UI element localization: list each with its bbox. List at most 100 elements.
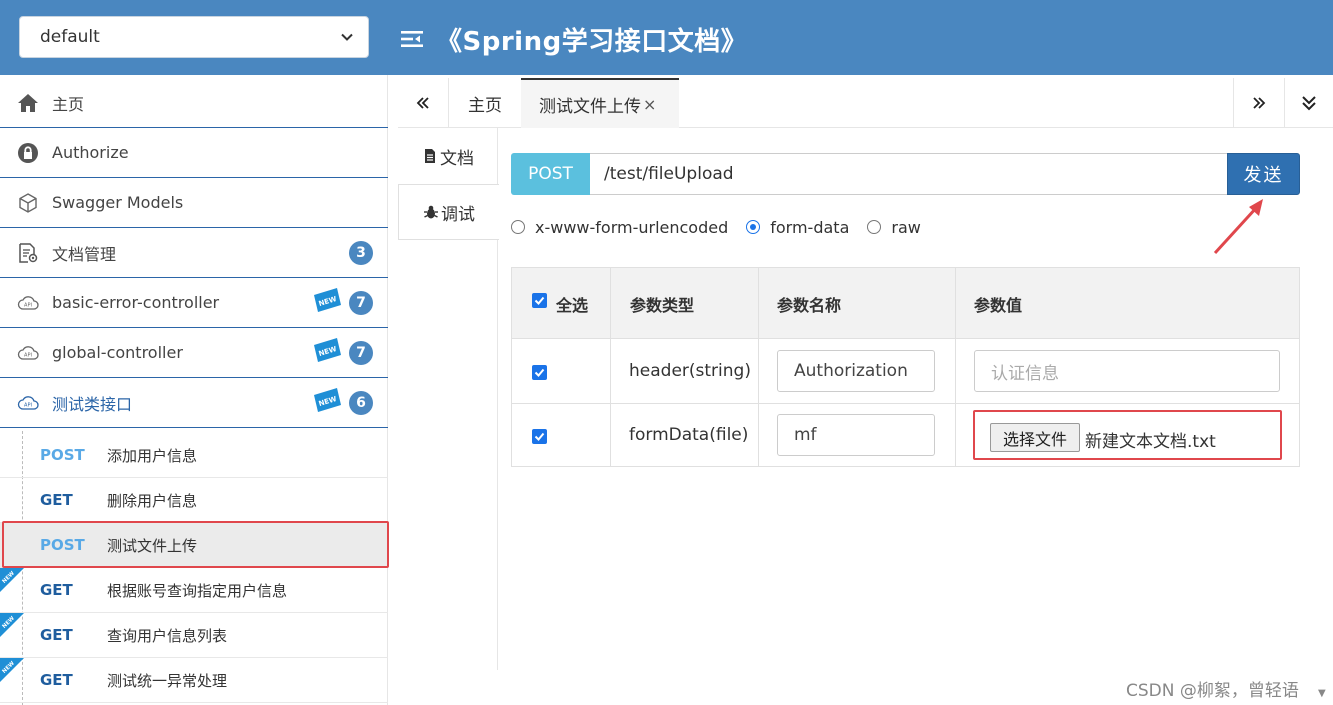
- tab-prev-button[interactable]: [398, 78, 448, 128]
- sidebar-item-label: 文档管理: [52, 244, 117, 264]
- annotation-arrow: [1213, 199, 1263, 255]
- page-title: 《Spring学习接口文档》: [436, 26, 748, 57]
- menu-collapse-icon[interactable]: [400, 28, 424, 50]
- sidebar-item-basic-error-controller[interactable]: API basic-error-controller NEW 7: [0, 278, 388, 328]
- select-all-checkbox[interactable]: [532, 293, 547, 308]
- param-name-input[interactable]: Authorization: [777, 350, 935, 392]
- group-select-value: default: [40, 27, 100, 47]
- check-icon: [534, 296, 545, 305]
- annotation-highlight-box: [973, 410, 1282, 460]
- row-checkbox[interactable]: [532, 429, 547, 444]
- cloud-api-icon: API: [16, 391, 40, 415]
- radio-dot-selected[interactable]: [746, 220, 761, 234]
- endpoint-name: 测试统一异常处理: [107, 671, 228, 690]
- sidebar-item-home[interactable]: 主页: [0, 78, 388, 128]
- tab-debug[interactable]: 调试: [398, 184, 499, 240]
- header-param-value: 参数值: [974, 296, 1023, 315]
- column-divider: [955, 268, 956, 466]
- radio-label: raw: [891, 217, 921, 237]
- header-select-all: 全选: [556, 296, 589, 315]
- double-chevron-down-icon: [1302, 96, 1316, 111]
- annotation-highlight-box: [2, 521, 389, 568]
- tab-menu-button[interactable]: [1285, 78, 1333, 128]
- tab-home[interactable]: 主页: [449, 78, 521, 128]
- radio-label: x-www-form-urlencoded: [535, 217, 729, 237]
- cloud-api-icon: API: [16, 291, 40, 315]
- sidebar-item-label: 主页: [52, 94, 85, 114]
- header-param-type: 参数类型: [630, 296, 695, 315]
- param-value-input[interactable]: 认证信息: [974, 350, 1280, 392]
- sidebar-item-global-controller[interactable]: API global-controller NEW 7: [0, 328, 388, 378]
- radio-dot[interactable]: [867, 220, 882, 234]
- sidebar-item-label: Authorize: [52, 143, 129, 162]
- param-type: header(string): [629, 361, 751, 381]
- tab-next-button[interactable]: [1234, 78, 1284, 128]
- check-icon: [534, 432, 545, 441]
- method-label: GET: [40, 491, 73, 509]
- count-badge: 3: [349, 241, 373, 265]
- new-badge-icon: NEW: [314, 388, 341, 412]
- radio-raw[interactable]: raw: [867, 217, 921, 237]
- content-type-radios: x-www-form-urlencoded form-data raw: [511, 216, 939, 238]
- param-name-input[interactable]: mf: [777, 414, 935, 456]
- new-corner-icon: NEW: [0, 613, 24, 637]
- endpoint-name: 添加用户信息: [107, 446, 198, 465]
- endpoint-item[interactable]: NEW GET 根据账号查询指定用户信息: [0, 568, 388, 613]
- radio-label: form-data: [770, 217, 850, 237]
- radio-urlencoded[interactable]: x-www-form-urlencoded: [511, 218, 728, 237]
- send-button[interactable]: 发送: [1227, 153, 1300, 195]
- new-badge-icon: NEW: [314, 288, 341, 312]
- endpoint-item[interactable]: POST 添加用户信息: [0, 433, 388, 478]
- tab-bar: 主页 测试文件上传 ×: [398, 78, 1333, 128]
- count-badge: 6: [349, 391, 373, 415]
- header-param-name: 参数名称: [777, 296, 842, 315]
- title-wrap: 《Spring学习接口文档》: [400, 20, 747, 58]
- endpoint-name: 查询用户信息列表: [107, 626, 228, 645]
- sidebar-item-doc-manage[interactable]: 文档管理 3: [0, 228, 388, 278]
- cube-icon: [16, 191, 40, 215]
- sidebar-item-test-api[interactable]: API 测试类接口 NEW 6: [0, 378, 388, 428]
- column-divider: [758, 268, 759, 466]
- svg-text:API: API: [24, 352, 32, 358]
- bug-icon: [424, 205, 438, 219]
- tab-doc[interactable]: 文档: [398, 128, 498, 184]
- method-label: GET: [40, 671, 73, 689]
- tab-label: 调试: [441, 204, 475, 225]
- check-icon: [534, 368, 545, 377]
- endpoint-item[interactable]: NEW GET 查询用户信息列表: [0, 613, 388, 658]
- tab-label: 文档: [440, 148, 474, 169]
- url-input[interactable]: [590, 153, 1228, 195]
- tab-file-upload[interactable]: 测试文件上传 ×: [521, 78, 679, 128]
- file-text-icon: [425, 149, 435, 163]
- endpoint-name: 根据账号查询指定用户信息: [107, 581, 288, 600]
- svg-text:API: API: [24, 302, 32, 308]
- sidebar-item-label: Swagger Models: [52, 193, 184, 212]
- row-divider: [512, 403, 1299, 404]
- doc-debug-tabs: 文档 调试: [398, 128, 499, 670]
- new-badge-icon: NEW: [314, 338, 341, 362]
- method-label: GET: [40, 626, 73, 644]
- scroll-down-icon[interactable]: ▼: [1318, 688, 1326, 699]
- watermark: CSDN @柳絮，曾轻语: [1126, 681, 1299, 701]
- chevron-down-icon: [341, 33, 353, 41]
- method-badge: POST: [511, 153, 590, 195]
- top-header: default 《Spring学习接口文档》: [0, 0, 1333, 75]
- sidebar-item-authorize[interactable]: Authorize: [0, 128, 388, 178]
- close-icon[interactable]: ×: [643, 95, 656, 114]
- endpoint-name: 删除用户信息: [107, 491, 198, 510]
- lock-icon: [16, 141, 40, 165]
- radio-dot[interactable]: [511, 220, 525, 234]
- home-icon: [16, 91, 40, 115]
- tab-label: 主页: [468, 95, 502, 116]
- method-label: POST: [40, 446, 85, 464]
- sidebar-item-swagger-models[interactable]: Swagger Models: [0, 178, 388, 228]
- group-select[interactable]: default: [19, 16, 369, 58]
- column-divider: [610, 268, 611, 466]
- double-chevron-left-icon: [416, 97, 429, 109]
- endpoint-item[interactable]: NEW GET 测试统一异常处理: [0, 658, 388, 703]
- radio-form-data[interactable]: form-data: [746, 218, 849, 237]
- endpoint-item[interactable]: GET 删除用户信息: [0, 478, 388, 523]
- doc-settings-icon: [16, 241, 40, 265]
- tab-label: 测试文件上传: [539, 96, 641, 117]
- row-checkbox[interactable]: [532, 365, 547, 380]
